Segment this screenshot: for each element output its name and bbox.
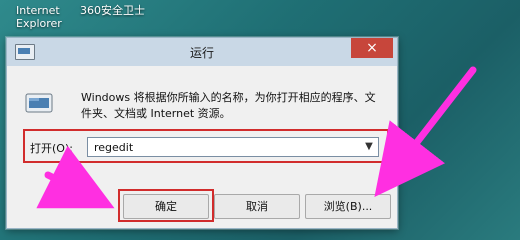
close-button[interactable]: × <box>351 38 393 58</box>
desktop-icon-label-internet-explorer[interactable]: Internet Explorer <box>16 4 72 30</box>
cancel-button[interactable]: 取消 <box>214 194 300 219</box>
highlight-ok-button <box>118 189 214 222</box>
desktop-icon-label-360[interactable]: 360安全卫士 <box>80 4 145 17</box>
highlight-open-row <box>23 129 389 163</box>
run-program-icon <box>25 93 53 113</box>
dialog-prompt: Windows 将根据你所输入的名称，为你打开相应的程序、文件夹、文档或 Int… <box>81 91 376 120</box>
titlebar: 运行 × <box>7 38 397 66</box>
dialog-title: 运行 <box>189 46 214 60</box>
browse-button[interactable]: 浏览(B)... <box>305 194 391 219</box>
run-dialog: 运行 × Windows 将根据你所输入的名称，为你打开相应的程序、文件夹、文档… <box>6 37 398 229</box>
